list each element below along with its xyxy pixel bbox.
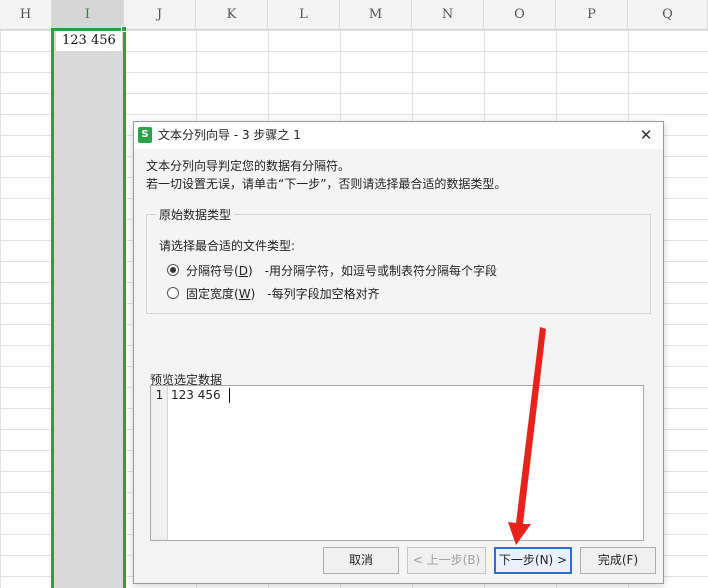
column-header-h[interactable]: H — [0, 0, 52, 30]
fill-handle[interactable] — [121, 26, 127, 32]
radio-checked-icon[interactable] — [167, 264, 179, 276]
dialog-titlebar[interactable]: S 文本分列向导 - 3 步骤之 1 ✕ — [134, 122, 663, 149]
group-legend: 原始数据类型 — [156, 206, 235, 223]
column-header-p[interactable]: P — [556, 0, 628, 30]
intro-text-line-2: 若一切设置无误，请单击“下一步”，否则请选择最合适的数据类型。 — [146, 177, 507, 191]
dialog-title: 文本分列向导 - 3 步骤之 1 — [158, 128, 301, 142]
cancel-button[interactable]: 取消 — [323, 547, 399, 574]
next-button[interactable]: 下一步(N) > — [494, 547, 572, 574]
column-header-k[interactable]: K — [196, 0, 268, 30]
original-data-type-group: 原始数据类型 请选择最合适的文件类型: 分隔符号(D) -用分隔字符，如逗号或制… — [146, 206, 651, 314]
back-button[interactable]: < 上一步(B) — [407, 547, 486, 574]
column-header-l[interactable]: L — [268, 0, 340, 30]
radio-description: -用分隔字符，如逗号或制表符分隔每个字段 — [264, 263, 497, 278]
preview-row-number: 1 — [155, 388, 164, 402]
column-header-o[interactable]: O — [484, 0, 556, 30]
selection-border — [51, 28, 126, 588]
radio-label: 固定宽度(W) — [186, 286, 256, 301]
app-logo-icon: S — [138, 127, 152, 143]
intro-text-line-1: 文本分列向导判定您的数据有分隔符。 — [146, 159, 351, 173]
column-header-i[interactable]: I — [52, 0, 124, 30]
text-caret — [229, 388, 230, 403]
radio-label: 分隔符号(D) — [186, 263, 253, 278]
close-icon[interactable]: ✕ — [633, 123, 659, 147]
preview-group: 预览选定数据 1 123 456 — [146, 371, 657, 543]
finish-button[interactable]: 完成(F) — [580, 547, 656, 574]
radio-fixed-width[interactable]: 固定宽度(W) -每列字段加空格对齐 — [167, 284, 380, 302]
radio-description: -每列字段加空格对齐 — [267, 286, 380, 301]
column-header-q[interactable]: Q — [628, 0, 708, 30]
column-header-j[interactable]: J — [124, 0, 196, 30]
radio-unchecked-icon[interactable] — [167, 287, 179, 299]
preview-row-text: 123 456 — [171, 388, 221, 402]
preview-area[interactable]: 1 123 456 — [150, 385, 644, 541]
column-header-bar: H I J K L M N O P Q — [0, 0, 708, 30]
column-header-n[interactable]: N — [412, 0, 484, 30]
column-header-m[interactable]: M — [340, 0, 412, 30]
file-type-prompt: 请选择最合适的文件类型: — [159, 239, 296, 253]
radio-delimited[interactable]: 分隔符号(D) -用分隔字符，如逗号或制表符分隔每个字段 — [167, 261, 497, 279]
preview-gutter: 1 — [151, 386, 168, 540]
text-to-columns-dialog: S 文本分列向导 - 3 步骤之 1 ✕ 文本分列向导判定您的数据有分隔符。 若… — [133, 121, 664, 584]
